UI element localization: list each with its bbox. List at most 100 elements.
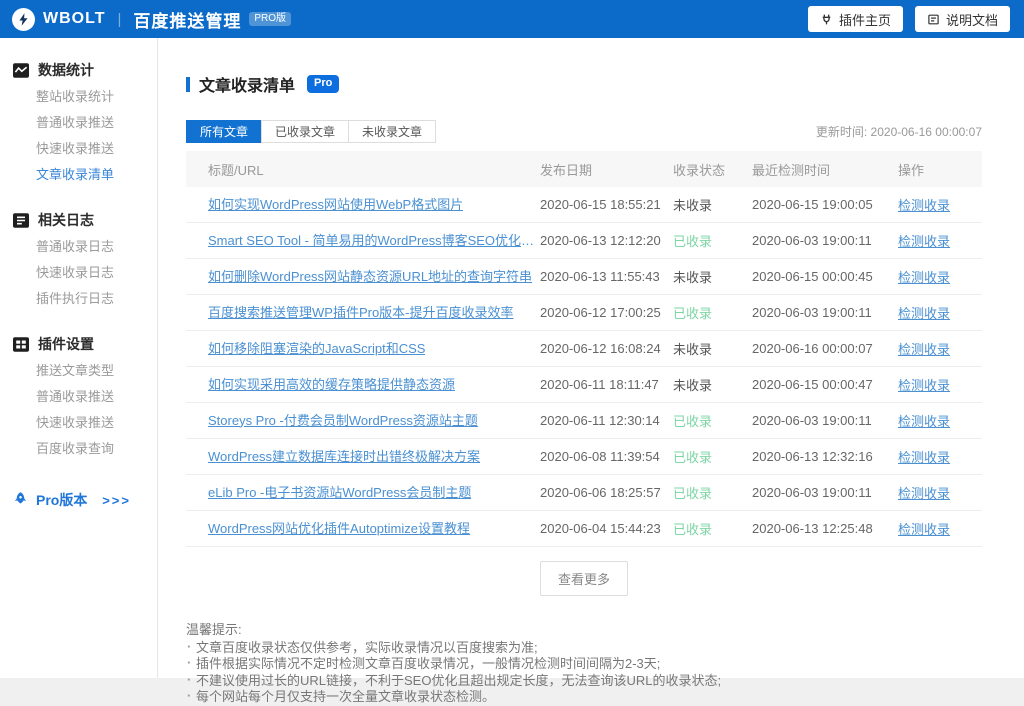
page-pro-badge: Pro (307, 75, 340, 93)
last-check-time: 2020-06-13 12:25:48 (752, 521, 873, 536)
tab-all-articles[interactable]: 所有文章 (186, 120, 263, 143)
col-last-check: 最近检测时间 (752, 162, 831, 178)
brand-separator: | (117, 10, 122, 28)
check-index-link[interactable]: 检测收录 (898, 270, 950, 285)
sidebar-item-fast-push-settings[interactable]: 快速收录推送 (0, 410, 157, 436)
last-check-time: 2020-06-03 19:00:11 (752, 413, 872, 428)
article-link[interactable]: 百度搜索推送管理WP插件Pro版本-提升百度收录效率 (208, 302, 514, 321)
index-status: 已收录 (673, 234, 713, 249)
table-row: eLib Pro -电子书资源站WordPress会员制主题 2020-06-0… (186, 475, 982, 511)
sidebar-section-settings: 插件设置 推送文章类型 普通收录推送 快速收录推送 百度收录查询 (0, 334, 157, 462)
plugin-title: 百度推送管理 (133, 11, 242, 31)
article-link[interactable]: Smart SEO Tool - 简单易用的WordPress博客SEO优化插件 (208, 230, 540, 249)
load-more-button[interactable]: 查看更多 (539, 561, 628, 596)
sidebar-section-logs-header: 相关日志 (0, 210, 157, 234)
index-status: 未收录 (673, 378, 713, 393)
page-title: 文章收录清单 (199, 78, 296, 95)
index-status: 未收录 (673, 198, 713, 213)
sidebar-pro-version[interactable]: Pro版本 >>> (0, 490, 157, 510)
last-check-time: 2020-06-03 19:00:11 (752, 485, 872, 500)
check-index-link[interactable]: 检测收录 (898, 306, 950, 321)
log-icon (13, 212, 29, 228)
pro-arrows: >>> (102, 492, 131, 508)
plugin-home-button[interactable]: 插件主页 (807, 6, 903, 32)
update-time: 更新时间: 2020-06-16 00:00:07 (815, 125, 982, 139)
article-link[interactable]: WordPress建立数据库连接时出错终极解决方案 (208, 446, 480, 465)
sidebar-section-logs: 相关日志 普通收录日志 快速收录日志 插件执行日志 (0, 210, 157, 312)
check-index-link[interactable]: 检测收录 (898, 234, 950, 249)
article-link[interactable]: 如何删除WordPress网站静态资源URL地址的查询字符串 (208, 266, 532, 285)
last-check-time: 2020-06-16 00:00:07 (752, 341, 873, 356)
check-index-link[interactable]: 检测收录 (898, 198, 950, 213)
article-link[interactable]: 如何实现采用高效的缓存策略提供静态资源 (208, 374, 455, 393)
index-status: 未收录 (673, 270, 713, 285)
index-status: 已收录 (673, 486, 713, 501)
table-row: 如何删除WordPress网站静态资源URL地址的查询字符串 2020-06-1… (186, 259, 982, 295)
last-check-time: 2020-06-13 12:32:16 (752, 449, 873, 464)
sidebar-item-fast-log[interactable]: 快速收录日志 (0, 260, 157, 286)
index-status: 已收录 (673, 522, 713, 537)
index-status: 已收录 (673, 414, 713, 429)
table-row: Smart SEO Tool - 简单易用的WordPress博客SEO优化插件… (186, 223, 982, 259)
sidebar-item-normal-log[interactable]: 普通收录日志 (0, 234, 157, 260)
tip-item: 文章百度收录状态仅供参考，实际收录情况以百度搜索为准; (186, 639, 982, 657)
tips-title: 温馨提示: (186, 622, 242, 637)
tab-not-indexed-articles[interactable]: 未收录文章 (348, 120, 437, 143)
article-link[interactable]: WordPress网站优化插件Autoptimize设置教程 (208, 518, 470, 537)
sidebar-item-site-index-stats[interactable]: 整站收录统计 (0, 84, 157, 110)
check-index-link[interactable]: 检测收录 (898, 486, 950, 501)
sidebar-item-normal-push-settings[interactable]: 普通收录推送 (0, 384, 157, 410)
check-index-link[interactable]: 检测收录 (898, 522, 950, 537)
article-link[interactable]: 如何移除阻塞渲染的JavaScript和CSS (208, 338, 425, 357)
plug-icon (820, 13, 833, 26)
table-row: 百度搜索推送管理WP插件Pro版本-提升百度收录效率 2020-06-12 17… (186, 295, 982, 331)
document-icon (927, 13, 940, 26)
top-header-bar: WBOLT | 百度推送管理 PRO版 插件主页 说明文档 (0, 0, 1024, 38)
pro-version-label: Pro版本 (36, 492, 88, 508)
publish-date: 2020-06-08 11:39:54 (540, 449, 660, 464)
check-index-link[interactable]: 检测收录 (898, 378, 950, 393)
sidebar-item-push-post-types[interactable]: 推送文章类型 (0, 358, 157, 384)
last-check-time: 2020-06-15 19:00:05 (752, 197, 873, 212)
publish-date: 2020-06-11 12:30:14 (540, 413, 660, 428)
publish-date: 2020-06-12 16:08:24 (540, 341, 661, 356)
publish-date: 2020-06-13 11:55:43 (540, 269, 660, 284)
sidebar-item-article-index-list[interactable]: 文章收录清单 (0, 162, 157, 188)
article-link[interactable]: eLib Pro -电子书资源站WordPress会员制主题 (208, 482, 471, 501)
sidebar-item-plugin-exec-log[interactable]: 插件执行日志 (0, 286, 157, 312)
last-check-time: 2020-06-03 19:00:11 (752, 233, 872, 248)
publish-date: 2020-06-04 15:44:23 (540, 521, 661, 536)
check-index-link[interactable]: 检测收录 (898, 414, 950, 429)
sidebar-section-stats-header: 数据统计 (0, 60, 157, 84)
tab-indexed-articles[interactable]: 已收录文章 (261, 120, 350, 143)
article-link[interactable]: 如何实现WordPress网站使用WebP格式图片 (208, 194, 463, 213)
settings-grid-icon (13, 336, 29, 352)
table-row: 如何实现WordPress网站使用WebP格式图片 2020-06-15 18:… (186, 187, 982, 223)
sidebar-item-normal-push[interactable]: 普通收录推送 (0, 110, 157, 136)
app-window: WBOLT | 百度推送管理 PRO版 插件主页 说明文档 数据统计 整站收录统… (0, 0, 1024, 704)
table-row: WordPress建立数据库连接时出错终极解决方案 2020-06-08 11:… (186, 439, 982, 475)
wbolt-logo-icon (12, 7, 35, 31)
table-row: 如何移除阻塞渲染的JavaScript和CSS 2020-06-12 16:08… (186, 331, 982, 367)
docs-button[interactable]: 说明文档 (914, 6, 1010, 32)
sidebar-section-stats: 数据统计 整站收录统计 普通收录推送 快速收录推送 文章收录清单 (0, 60, 157, 188)
check-index-link[interactable]: 检测收录 (898, 450, 950, 465)
load-more-wrap: 查看更多 (186, 561, 982, 596)
sidebar-item-fast-push[interactable]: 快速收录推送 (0, 136, 157, 162)
publish-date: 2020-06-06 18:25:57 (540, 485, 661, 500)
publish-date: 2020-06-15 18:55:21 (540, 197, 661, 212)
table-header-row: 标题/URL 发布日期 收录状态 最近检测时间 操作 (186, 151, 982, 187)
tips-section: 温馨提示: 文章百度收录状态仅供参考，实际收录情况以百度搜索为准; 插件根据实际… (186, 622, 982, 706)
last-check-time: 2020-06-15 00:00:47 (752, 377, 873, 392)
col-publish-date: 发布日期 (540, 162, 593, 178)
article-index-table: 标题/URL 发布日期 收录状态 最近检测时间 操作 如何实现WordPress… (186, 151, 982, 547)
publish-date: 2020-06-11 18:11:47 (540, 377, 659, 392)
filter-tabs: 所有文章 已收录文章 未收录文章 更新时间: 2020-06-16 00:00:… (186, 120, 982, 143)
check-index-link[interactable]: 检测收录 (898, 342, 950, 357)
table-row: 如何实现采用高效的缓存策略提供静态资源 2020-06-11 18:11:47 … (186, 367, 982, 403)
last-check-time: 2020-06-03 19:00:11 (752, 305, 872, 320)
article-link[interactable]: Storeys Pro -付费会员制WordPress资源站主题 (208, 410, 478, 429)
col-action: 操作 (898, 162, 925, 178)
col-index-status: 收录状态 (673, 162, 726, 178)
sidebar-item-baidu-index-query[interactable]: 百度收录查询 (0, 436, 157, 462)
